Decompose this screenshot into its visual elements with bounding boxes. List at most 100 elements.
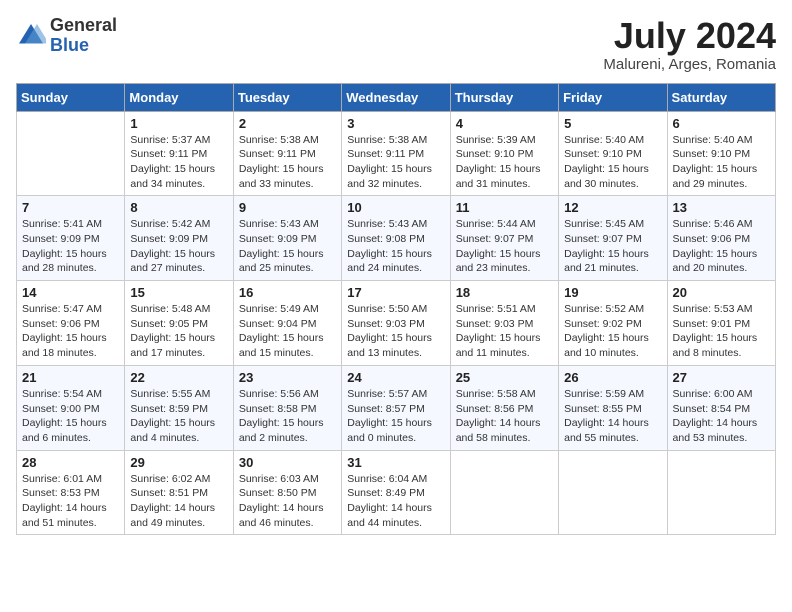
day-cell: 4 Sunrise: 5:39 AMSunset: 9:10 PMDaylight… bbox=[450, 111, 558, 196]
day-cell: 1 Sunrise: 5:37 AMSunset: 9:11 PMDaylight… bbox=[125, 111, 233, 196]
day-number: 2 bbox=[239, 116, 336, 131]
day-detail: Sunrise: 5:54 AMSunset: 9:00 PMDaylight:… bbox=[22, 387, 119, 446]
day-cell: 6 Sunrise: 5:40 AMSunset: 9:10 PMDaylight… bbox=[667, 111, 775, 196]
day-number: 4 bbox=[456, 116, 553, 131]
day-detail: Sunrise: 5:51 AMSunset: 9:03 PMDaylight:… bbox=[456, 302, 553, 361]
day-detail: Sunrise: 5:57 AMSunset: 8:57 PMDaylight:… bbox=[347, 387, 444, 446]
day-number: 31 bbox=[347, 455, 444, 470]
week-row-2: 7 Sunrise: 5:41 AMSunset: 9:09 PMDaylight… bbox=[17, 196, 776, 281]
day-number: 7 bbox=[22, 200, 119, 215]
weekday-header-monday: Monday bbox=[125, 83, 233, 111]
day-cell bbox=[559, 450, 667, 535]
day-detail: Sunrise: 5:40 AMSunset: 9:10 PMDaylight:… bbox=[564, 133, 661, 192]
day-number: 28 bbox=[22, 455, 119, 470]
day-cell: 26Sunrise: 5:59 AMSunset: 8:55 PMDayligh… bbox=[559, 365, 667, 450]
day-detail: Sunrise: 5:39 AMSunset: 9:10 PMDaylight:… bbox=[456, 133, 553, 192]
day-number: 11 bbox=[456, 200, 553, 215]
day-number: 21 bbox=[22, 370, 119, 385]
day-detail: Sunrise: 5:53 AMSunset: 9:01 PMDaylight:… bbox=[673, 302, 770, 361]
calendar-body: 1 Sunrise: 5:37 AMSunset: 9:11 PMDaylight… bbox=[17, 111, 776, 535]
day-detail: Sunrise: 5:38 AMSunset: 9:11 PMDaylight:… bbox=[239, 133, 336, 192]
day-detail: Sunrise: 5:56 AMSunset: 8:58 PMDaylight:… bbox=[239, 387, 336, 446]
weekday-header-saturday: Saturday bbox=[667, 83, 775, 111]
weekday-header-thursday: Thursday bbox=[450, 83, 558, 111]
day-detail: Sunrise: 5:44 AMSunset: 9:07 PMDaylight:… bbox=[456, 217, 553, 276]
weekday-header-sunday: Sunday bbox=[17, 83, 125, 111]
day-number: 8 bbox=[130, 200, 227, 215]
day-cell: 21 Sunrise: 5:54 AMSunset: 9:00 PMDayligh… bbox=[17, 365, 125, 450]
day-number: 18 bbox=[456, 285, 553, 300]
title-block: July 2024 Malureni, Arges, Romania bbox=[603, 16, 776, 73]
day-detail: Sunrise: 5:46 AMSunset: 9:06 PMDaylight:… bbox=[673, 217, 770, 276]
day-detail: Sunrise: 5:59 AMSunset: 8:55 PMDaylight:… bbox=[564, 387, 661, 446]
calendar-header: SundayMondayTuesdayWednesdayThursdayFrid… bbox=[17, 83, 776, 111]
day-number: 16 bbox=[239, 285, 336, 300]
day-cell: 27Sunrise: 6:00 AMSunset: 8:54 PMDayligh… bbox=[667, 365, 775, 450]
day-cell: 13Sunrise: 5:46 AMSunset: 9:06 PMDayligh… bbox=[667, 196, 775, 281]
day-cell: 29 Sunrise: 6:02 AMSunset: 8:51 PMDayligh… bbox=[125, 450, 233, 535]
day-detail: Sunrise: 5:49 AMSunset: 9:04 PMDaylight:… bbox=[239, 302, 336, 361]
day-detail: Sunrise: 6:00 AMSunset: 8:54 PMDaylight:… bbox=[673, 387, 770, 446]
day-cell: 12Sunrise: 5:45 AMSunset: 9:07 PMDayligh… bbox=[559, 196, 667, 281]
day-number: 1 bbox=[130, 116, 227, 131]
day-number: 24 bbox=[347, 370, 444, 385]
day-cell: 23 Sunrise: 5:56 AMSunset: 8:58 PMDayligh… bbox=[233, 365, 341, 450]
day-detail: Sunrise: 5:48 AMSunset: 9:05 PMDaylight:… bbox=[130, 302, 227, 361]
day-cell: 16 Sunrise: 5:49 AMSunset: 9:04 PMDayligh… bbox=[233, 281, 341, 366]
day-cell: 30 Sunrise: 6:03 AMSunset: 8:50 PMDayligh… bbox=[233, 450, 341, 535]
day-cell: 10Sunrise: 5:43 AMSunset: 9:08 PMDayligh… bbox=[342, 196, 450, 281]
day-detail: Sunrise: 6:02 AMSunset: 8:51 PMDaylight:… bbox=[130, 472, 227, 531]
day-detail: Sunrise: 5:47 AMSunset: 9:06 PMDaylight:… bbox=[22, 302, 119, 361]
logo-text: General Blue bbox=[50, 16, 117, 56]
day-number: 6 bbox=[673, 116, 770, 131]
day-number: 5 bbox=[564, 116, 661, 131]
day-detail: Sunrise: 5:43 AMSunset: 9:09 PMDaylight:… bbox=[239, 217, 336, 276]
day-cell: 17Sunrise: 5:50 AMSunset: 9:03 PMDayligh… bbox=[342, 281, 450, 366]
day-cell: 15 Sunrise: 5:48 AMSunset: 9:05 PMDayligh… bbox=[125, 281, 233, 366]
day-detail: Sunrise: 5:37 AMSunset: 9:11 PMDaylight:… bbox=[130, 133, 227, 192]
day-cell: 5 Sunrise: 5:40 AMSunset: 9:10 PMDaylight… bbox=[559, 111, 667, 196]
day-number: 29 bbox=[130, 455, 227, 470]
day-number: 10 bbox=[347, 200, 444, 215]
day-detail: Sunrise: 5:58 AMSunset: 8:56 PMDaylight:… bbox=[456, 387, 553, 446]
week-row-5: 28 Sunrise: 6:01 AMSunset: 8:53 PMDayligh… bbox=[17, 450, 776, 535]
logo-icon bbox=[16, 21, 46, 51]
day-detail: Sunrise: 5:41 AMSunset: 9:09 PMDaylight:… bbox=[22, 217, 119, 276]
weekday-header-wednesday: Wednesday bbox=[342, 83, 450, 111]
day-cell: 9 Sunrise: 5:43 AMSunset: 9:09 PMDaylight… bbox=[233, 196, 341, 281]
weekday-header-friday: Friday bbox=[559, 83, 667, 111]
logo: General Blue bbox=[16, 16, 117, 56]
header-row: SundayMondayTuesdayWednesdayThursdayFrid… bbox=[17, 83, 776, 111]
day-cell: 28 Sunrise: 6:01 AMSunset: 8:53 PMDayligh… bbox=[17, 450, 125, 535]
day-cell: 11 Sunrise: 5:44 AMSunset: 9:07 PMDayligh… bbox=[450, 196, 558, 281]
day-detail: Sunrise: 5:42 AMSunset: 9:09 PMDaylight:… bbox=[130, 217, 227, 276]
day-detail: Sunrise: 6:04 AMSunset: 8:49 PMDaylight:… bbox=[347, 472, 444, 531]
page-header: General Blue July 2024 Malureni, Arges, … bbox=[16, 16, 776, 73]
day-detail: Sunrise: 5:40 AMSunset: 9:10 PMDaylight:… bbox=[673, 133, 770, 192]
logo-general: General bbox=[50, 15, 117, 35]
day-number: 25 bbox=[456, 370, 553, 385]
calendar-table: SundayMondayTuesdayWednesdayThursdayFrid… bbox=[16, 83, 776, 536]
day-cell: 8 Sunrise: 5:42 AMSunset: 9:09 PMDaylight… bbox=[125, 196, 233, 281]
day-cell: 14 Sunrise: 5:47 AMSunset: 9:06 PMDayligh… bbox=[17, 281, 125, 366]
week-row-1: 1 Sunrise: 5:37 AMSunset: 9:11 PMDaylight… bbox=[17, 111, 776, 196]
day-cell: 31 Sunrise: 6:04 AMSunset: 8:49 PMDayligh… bbox=[342, 450, 450, 535]
day-detail: Sunrise: 5:50 AMSunset: 9:03 PMDaylight:… bbox=[347, 302, 444, 361]
day-cell: 2 Sunrise: 5:38 AMSunset: 9:11 PMDaylight… bbox=[233, 111, 341, 196]
day-cell bbox=[667, 450, 775, 535]
day-detail: Sunrise: 5:55 AMSunset: 8:59 PMDaylight:… bbox=[130, 387, 227, 446]
day-number: 9 bbox=[239, 200, 336, 215]
day-number: 23 bbox=[239, 370, 336, 385]
day-number: 19 bbox=[564, 285, 661, 300]
day-detail: Sunrise: 6:03 AMSunset: 8:50 PMDaylight:… bbox=[239, 472, 336, 531]
day-number: 14 bbox=[22, 285, 119, 300]
day-number: 3 bbox=[347, 116, 444, 131]
day-number: 22 bbox=[130, 370, 227, 385]
day-number: 15 bbox=[130, 285, 227, 300]
day-number: 30 bbox=[239, 455, 336, 470]
day-cell bbox=[17, 111, 125, 196]
day-cell: 7 Sunrise: 5:41 AMSunset: 9:09 PMDaylight… bbox=[17, 196, 125, 281]
day-cell: 20Sunrise: 5:53 AMSunset: 9:01 PMDayligh… bbox=[667, 281, 775, 366]
day-detail: Sunrise: 6:01 AMSunset: 8:53 PMDaylight:… bbox=[22, 472, 119, 531]
day-cell: 19Sunrise: 5:52 AMSunset: 9:02 PMDayligh… bbox=[559, 281, 667, 366]
